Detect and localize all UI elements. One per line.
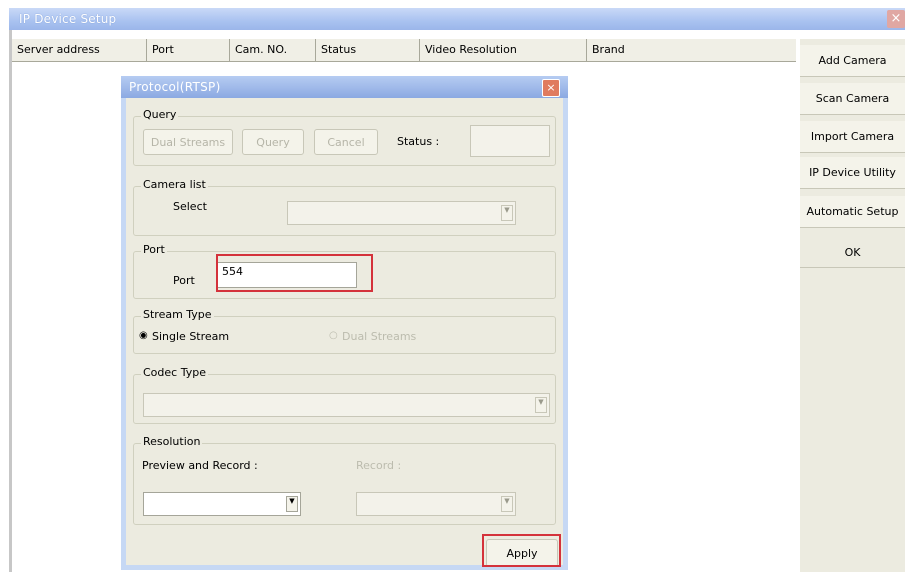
single-stream-radio-icon[interactable]: ◉ (139, 331, 149, 341)
scan-camera-button[interactable]: Scan Camera (800, 83, 905, 115)
camera-list-group: Camera list Select ▼ (133, 178, 556, 236)
port-label: Port (173, 274, 195, 287)
column-port[interactable]: Port (147, 39, 230, 61)
ip-device-setup-window: IP Device Setup × Server address Port Ca… (0, 0, 905, 572)
status-field (470, 125, 550, 157)
resolution-legend: Resolution (141, 435, 203, 448)
record-label: Record : (356, 459, 402, 472)
ok-button[interactable]: OK (800, 238, 905, 268)
stream-type-group: Stream Type ◉ Single Stream ○ Dual Strea… (133, 308, 556, 354)
status-label: Status : (397, 135, 440, 148)
chevron-down-icon: ▼ (535, 397, 547, 413)
preview-record-label: Preview and Record : (142, 459, 258, 472)
window-close-icon[interactable]: × (887, 10, 905, 28)
codec-type-group: Codec Type ▼ (133, 366, 556, 424)
ip-device-utility-button[interactable]: IP Device Utility (800, 157, 905, 189)
column-cam-no[interactable]: Cam. NO. (230, 39, 316, 61)
cancel-button[interactable]: Cancel (314, 129, 378, 155)
column-video-resolution[interactable]: Video Resolution (420, 39, 587, 61)
chevron-down-icon: ▼ (286, 496, 298, 512)
dialog-title: Protocol(RTSP) (129, 80, 221, 94)
import-camera-button[interactable]: Import Camera (800, 121, 905, 153)
preview-record-dropdown[interactable]: ▼ (143, 492, 301, 516)
port-legend: Port (141, 243, 167, 256)
protocol-dialog: Protocol(RTSP) × Query Dual Streams Quer… (121, 76, 568, 570)
camera-list-legend: Camera list (141, 178, 208, 191)
port-highlight-box (216, 254, 373, 292)
dual-streams-radio-icon[interactable]: ○ (329, 331, 339, 341)
side-button-panel: Add Camera Scan Camera Import Camera IP … (800, 39, 905, 572)
column-server-address[interactable]: Server address (12, 39, 147, 61)
window-titlebar: IP Device Setup × (9, 8, 905, 30)
resolution-group: Resolution Preview and Record : Record :… (133, 435, 556, 525)
stream-type-legend: Stream Type (141, 308, 214, 321)
query-button[interactable]: Query (242, 129, 304, 155)
codec-type-dropdown[interactable]: ▼ (143, 393, 550, 417)
dialog-titlebar: Protocol(RTSP) × (121, 76, 568, 98)
select-label: Select (173, 200, 207, 213)
dialog-body: Query Dual Streams Query Cancel Status :… (126, 98, 563, 567)
query-legend: Query (141, 108, 179, 121)
query-group: Query Dual Streams Query Cancel Status : (133, 108, 556, 166)
dialog-close-icon[interactable]: × (542, 79, 560, 97)
automatic-setup-button[interactable]: Automatic Setup (800, 196, 905, 228)
chevron-down-icon: ▼ (501, 205, 513, 221)
dual-streams-label[interactable]: Dual Streams (342, 330, 416, 343)
chevron-down-icon: ▼ (501, 496, 513, 512)
column-status[interactable]: Status (316, 39, 420, 61)
record-dropdown[interactable]: ▼ (356, 492, 516, 516)
dual-streams-button[interactable]: Dual Streams (143, 129, 233, 155)
camera-table-header: Server address Port Cam. NO. Status Vide… (12, 39, 796, 62)
apply-highlight-box (482, 534, 561, 567)
add-camera-button[interactable]: Add Camera (800, 45, 905, 77)
single-stream-label[interactable]: Single Stream (152, 330, 229, 343)
column-brand[interactable]: Brand (587, 39, 796, 61)
codec-type-legend: Codec Type (141, 366, 208, 379)
window-title: IP Device Setup (19, 12, 117, 26)
camera-select-dropdown[interactable]: ▼ (287, 201, 516, 225)
